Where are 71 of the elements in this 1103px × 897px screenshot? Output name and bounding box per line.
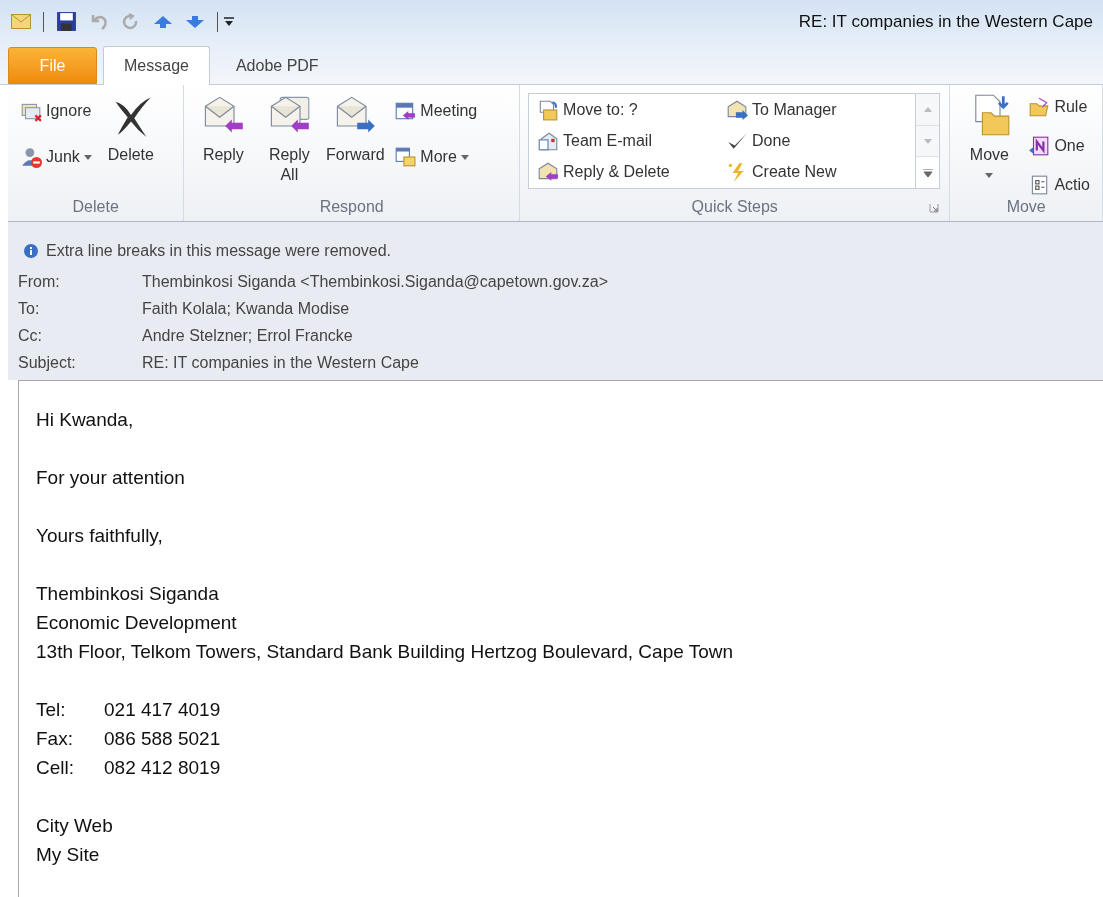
down-arrow-icon [923, 138, 932, 144]
ribbon-button[interactable]: Move [958, 89, 1021, 178]
expand-gallery-button[interactable] [916, 157, 940, 188]
ribbon-item-icon [537, 130, 560, 152]
customize-menu-icon[interactable] [224, 16, 234, 27]
ribbon-button[interactable]: One [1024, 133, 1094, 159]
ribbon-item-icon [1028, 96, 1051, 119]
contact-label: Cell: [36, 756, 75, 780]
contact-number: 082 412 8019 [104, 756, 221, 780]
message-line: My Site [36, 843, 101, 867]
ribbon-button[interactable]: Forward [324, 89, 387, 165]
group-label: Move [1006, 197, 1046, 217]
group-label: Delete [72, 197, 119, 217]
message-line: Economic Development [36, 611, 238, 635]
header-value: Faith Kolala; Kwanda Modise [142, 298, 350, 319]
header-value: Andre Stelzner; Errol Francke [142, 325, 353, 346]
ribbon-button[interactable]: To Manager [722, 94, 912, 126]
more-arrow-icon [922, 168, 933, 177]
ribbon-item-icon [394, 146, 417, 168]
message-line: For your attention [36, 466, 186, 490]
ribbon-item-icon [394, 100, 417, 122]
header-value: Thembinkosi Siganda <Thembinkosi.Siganda@capetown.gov.za> [142, 271, 608, 292]
message-line: City Web [36, 814, 114, 838]
down-arrow-icon[interactable] [185, 14, 205, 29]
dropdown-caret-icon [460, 154, 469, 160]
window-title: RE: IT companies in the Western Cape [798, 10, 1093, 33]
ribbon-button[interactable]: Move to: ? [533, 94, 723, 126]
ribbon-button[interactable]: Actio [1024, 172, 1094, 197]
dropdown-caret-icon [83, 154, 92, 160]
ribbon-button[interactable]: Rule [1024, 95, 1094, 120]
info-notice: Extra line breaks in this message were removed. [46, 241, 392, 261]
message-line: Yours faithfully, [36, 524, 164, 548]
ribbon-button[interactable]: Meeting [390, 95, 482, 127]
message-line: 13th Floor, Telkom Towers, Standard Bank Building Hertzog Boulevard, Cape Town [36, 640, 735, 664]
up-arrow-icon[interactable] [153, 14, 173, 29]
message-line: Thembinkosi Siganda [36, 582, 220, 606]
ribbon-button[interactable]: Junk [16, 141, 96, 173]
header-label: Subject: [18, 352, 77, 373]
mail-icon [11, 14, 31, 29]
ribbon-button[interactable]: Team E-mail [533, 125, 723, 157]
contact-number: 021 417 4019 [104, 698, 221, 722]
ribbon-item-icon [20, 146, 42, 168]
contact-label: Tel: [36, 698, 67, 722]
ribbon-button[interactable]: Reply [192, 89, 255, 165]
info-icon [24, 244, 38, 258]
up-arrow-icon [923, 106, 932, 112]
ribbon-button[interactable]: Ignore [16, 95, 96, 127]
save-icon[interactable] [56, 11, 77, 32]
ribbon-button[interactable]: Delete [99, 89, 162, 165]
group-label: Quick Steps [691, 197, 778, 217]
dialog-launcher-icon[interactable] [929, 203, 940, 213]
group-label: Respond [319, 197, 384, 217]
contact-label: Fax: [36, 727, 74, 751]
ribbon-item-icon [1028, 135, 1051, 157]
ribbon-tab[interactable]: Adobe PDF [215, 47, 339, 84]
header-label: Cc: [18, 325, 43, 346]
undo-icon[interactable] [89, 12, 109, 31]
ribbon-item-icon [537, 98, 560, 121]
ribbon-button[interactable]: Reply All [258, 89, 321, 185]
message-line: Hi Kwanda, [36, 408, 135, 432]
header-label: To: [18, 298, 41, 319]
contact-number: 086 588 5021 [104, 727, 221, 751]
ribbon-button[interactable]: Done [722, 125, 912, 157]
ribbon-button[interactable]: Create New [722, 156, 912, 188]
ribbon-button[interactable]: More [390, 141, 482, 173]
header-value: RE: IT companies in the Western Cape [142, 352, 419, 373]
ribbon-tab[interactable]: Message [103, 46, 210, 85]
header-label: From: [18, 271, 61, 292]
dropdown-caret-icon [985, 173, 994, 178]
ribbon-button[interactable]: Reply & Delete [533, 156, 723, 188]
ribbon-item-icon [726, 98, 749, 121]
